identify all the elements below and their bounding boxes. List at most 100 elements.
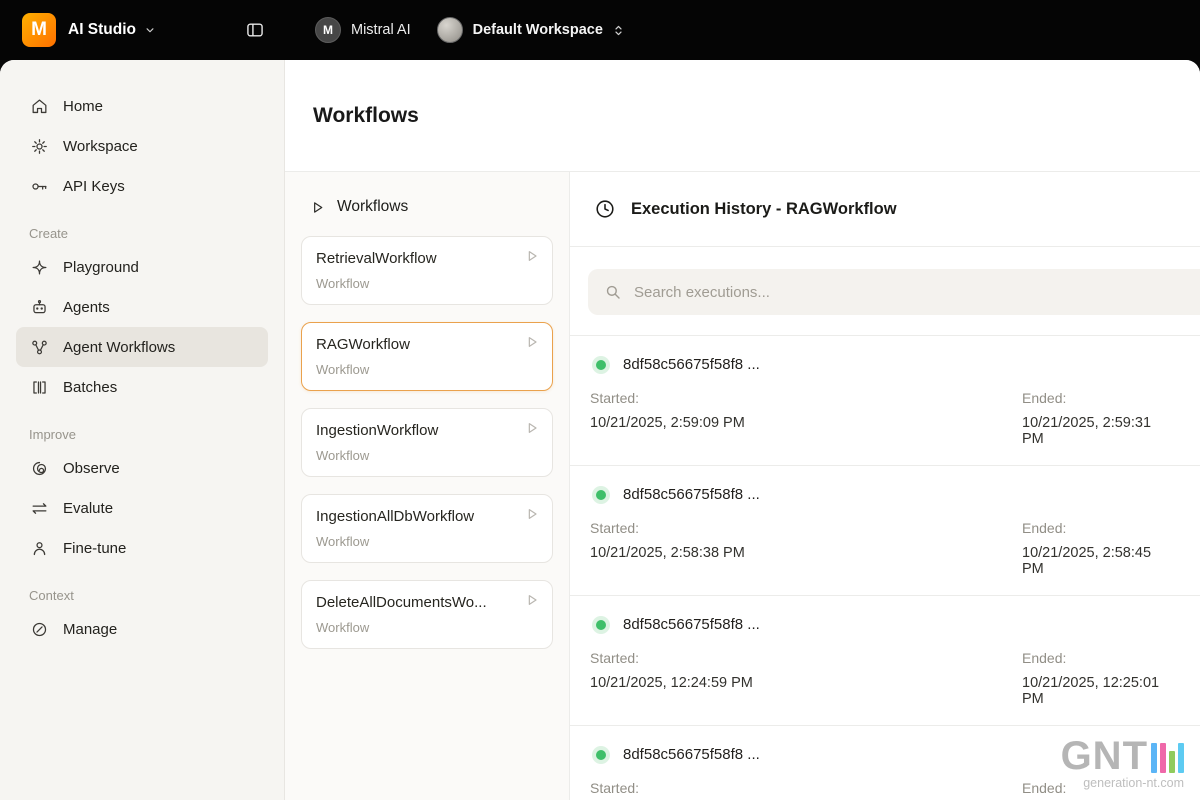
workflow-type: Workflow xyxy=(316,620,538,635)
started-value: 10/21/2025, 2:58:38 PM xyxy=(590,545,1022,561)
sidebar: Home Workspace API Keys Create Playgroun… xyxy=(0,60,285,800)
workflow-type: Workflow xyxy=(316,276,538,291)
ended-label: Ended: xyxy=(1022,520,1176,536)
execution-history-header: Execution History - RAGWorkflow xyxy=(570,172,1200,247)
workflow-name: IngestionWorkflow xyxy=(316,422,538,439)
org-avatar[interactable]: M xyxy=(315,17,341,43)
workflow-name: IngestionAllDbWorkflow xyxy=(316,508,538,525)
execution-id: 8df58c56675f58f8 ... xyxy=(623,616,760,633)
workflow-list-title: Workflows xyxy=(337,198,408,216)
clock-icon xyxy=(594,198,616,220)
sidebar-toggle-icon[interactable] xyxy=(245,20,265,40)
sidebar-item-batches[interactable]: Batches xyxy=(16,367,268,407)
sidebar-item-label: Evalute xyxy=(63,500,113,517)
sidebar-item-playground[interactable]: Playground xyxy=(16,247,268,287)
chevron-down-icon[interactable] xyxy=(143,23,157,37)
execution-history-panel: Execution History - RAGWorkflow 8df58c56… xyxy=(570,172,1200,800)
search-icon xyxy=(604,283,622,301)
spiral-icon xyxy=(29,459,49,478)
sidebar-item-label: API Keys xyxy=(63,178,125,195)
ended-value: 10/21/2025, 2:58:45 PM xyxy=(1022,545,1176,577)
brackets-icon xyxy=(29,378,49,397)
execution-id: 8df58c56675f58f8 ... xyxy=(623,746,760,763)
search-section xyxy=(570,247,1200,336)
started-label: Started: xyxy=(590,650,1022,666)
workspace-avatar[interactable] xyxy=(437,17,463,43)
started-label: Started: xyxy=(590,390,1022,406)
workflow-card-ingestionworkflow[interactable]: IngestionWorkflow Workflow xyxy=(301,408,553,477)
execution-history-title: Execution History - RAGWorkflow xyxy=(631,200,897,219)
sidebar-item-label: Manage xyxy=(63,621,117,638)
ended-label: Ended: xyxy=(1022,390,1176,406)
sidebar-item-label: Agent Workflows xyxy=(63,339,175,356)
workflow-card-ragworkflow[interactable]: RAGWorkflow Workflow xyxy=(301,322,553,391)
workflow-name: DeleteAllDocumentsWo... xyxy=(316,594,538,611)
workflow-card-ingestionalldbworkflow[interactable]: IngestionAllDbWorkflow Workflow xyxy=(301,494,553,563)
execution-row[interactable]: 8df58c56675f58f8 ... Started: 10/21/2025… xyxy=(570,596,1200,726)
workflow-type: Workflow xyxy=(316,448,538,463)
play-icon[interactable] xyxy=(524,592,540,608)
workflow-list-header[interactable]: Workflows xyxy=(309,198,553,216)
ended-value: 10/21/2025, 12:25:01 PM xyxy=(1022,675,1176,707)
sidebar-item-api-keys[interactable]: API Keys xyxy=(16,166,268,206)
page-header: Workflows xyxy=(285,60,1200,172)
sidebar-item-workspace[interactable]: Workspace xyxy=(16,126,268,166)
chevron-updown-icon[interactable] xyxy=(611,23,626,38)
play-icon[interactable] xyxy=(524,248,540,264)
execution-id: 8df58c56675f58f8 ... xyxy=(623,356,760,373)
sidebar-item-label: Workspace xyxy=(63,138,138,155)
workflow-type: Workflow xyxy=(316,534,538,549)
workflow-card-retrievalworkflow[interactable]: RetrievalWorkflow Workflow xyxy=(301,236,553,305)
execution-row[interactable]: 8df58c56675f58f8 ... Started: 10/21/2025… xyxy=(570,336,1200,466)
play-icon[interactable] xyxy=(524,506,540,522)
org-name[interactable]: Mistral AI xyxy=(351,22,411,38)
play-icon[interactable] xyxy=(524,420,540,436)
sidebar-section-context: Context xyxy=(29,588,268,603)
ended-label: Ended: xyxy=(1022,780,1176,796)
workspace-name[interactable]: Default Workspace xyxy=(473,22,603,38)
status-dot-success xyxy=(596,360,606,370)
sidebar-section-create: Create xyxy=(29,226,268,241)
sidebar-item-label: Playground xyxy=(63,259,139,276)
topbar-breadcrumb: M Mistral AI Default Workspace xyxy=(285,17,1200,43)
main-area: Workflows Workflows RetrievalWorkflow Wo… xyxy=(285,60,1200,800)
started-value: 10/21/2025, 12:24:59 PM xyxy=(590,675,1022,691)
ended-label: Ended: xyxy=(1022,650,1176,666)
status-dot-success xyxy=(596,620,606,630)
sidebar-item-agents[interactable]: Agents xyxy=(16,287,268,327)
sidebar-item-home[interactable]: Home xyxy=(16,86,268,126)
topbar: M AI Studio M Mistral AI Default Workspa… xyxy=(0,0,1200,60)
execution-row[interactable]: 8df58c56675f58f8 ... Started: 10/21/2025… xyxy=(570,466,1200,596)
play-icon[interactable] xyxy=(524,334,540,350)
started-label: Started: xyxy=(590,520,1022,536)
sidebar-item-fine-tune[interactable]: Fine-tune xyxy=(16,528,268,568)
execution-row[interactable]: 8df58c56675f58f8 ... Started: 10/21/2025… xyxy=(570,726,1200,800)
play-icon xyxy=(309,199,326,216)
execution-id: 8df58c56675f58f8 ... xyxy=(623,486,760,503)
sidebar-section-improve: Improve xyxy=(29,427,268,442)
sidebar-item-manage[interactable]: Manage xyxy=(16,609,268,649)
logo-letter: M xyxy=(31,19,47,41)
search-box[interactable] xyxy=(588,269,1200,315)
status-dot-success xyxy=(596,490,606,500)
sidebar-item-evalute[interactable]: Evalute xyxy=(16,488,268,528)
started-value: 10/21/2025, 2:59:09 PM xyxy=(590,415,1022,431)
status-dot-success xyxy=(596,750,606,760)
sidebar-item-observe[interactable]: Observe xyxy=(16,448,268,488)
person-icon xyxy=(29,539,49,558)
mistral-logo[interactable]: M xyxy=(22,13,56,47)
org-avatar-letter: M xyxy=(323,23,333,37)
app-name: AI Studio xyxy=(68,21,136,39)
workflow-card-deletealldocuments[interactable]: DeleteAllDocumentsWo... Workflow xyxy=(301,580,553,649)
started-label: Started: xyxy=(590,780,1022,796)
circle-slash-icon xyxy=(29,620,49,639)
sidebar-item-agent-workflows[interactable]: Agent Workflows xyxy=(16,327,268,367)
sidebar-item-label: Fine-tune xyxy=(63,540,126,557)
workflow-list-panel: Workflows RetrievalWorkflow Workflow RAG… xyxy=(285,172,570,800)
search-input[interactable] xyxy=(634,284,1198,301)
workflow-name: RetrievalWorkflow xyxy=(316,250,538,267)
sidebar-item-label: Batches xyxy=(63,379,117,396)
topbar-left: M AI Studio xyxy=(0,13,285,47)
execution-rows: 8df58c56675f58f8 ... Started: 10/21/2025… xyxy=(570,336,1200,800)
home-icon xyxy=(29,97,49,116)
